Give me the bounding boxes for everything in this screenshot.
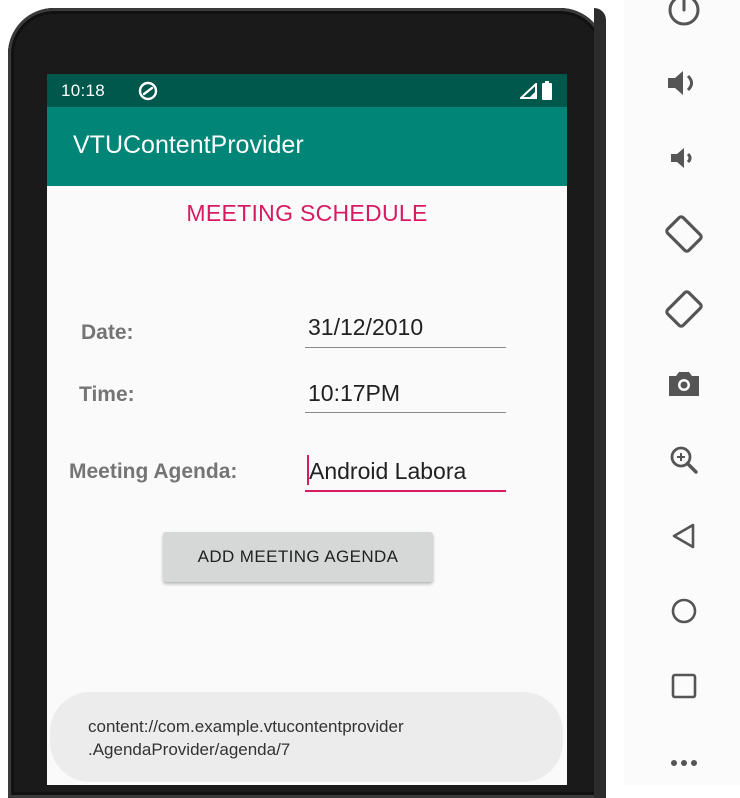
- meeting-agenda-label: Meeting Agenda:: [69, 460, 238, 483]
- rotate-left-button[interactable]: [662, 212, 706, 256]
- home-button[interactable]: [662, 589, 706, 633]
- volume-up-icon: [668, 71, 693, 95]
- more-icon: [671, 760, 697, 766]
- volume-down-icon: [671, 148, 692, 168]
- zoom-button[interactable]: [662, 438, 706, 482]
- camera-icon: [669, 372, 699, 396]
- rotate-left-icon: [665, 215, 703, 253]
- status-time: 10:18: [61, 81, 106, 100]
- zoom-icon: [670, 446, 698, 474]
- time-value[interactable]: 10:17PM: [308, 380, 400, 407]
- more-button[interactable]: [662, 741, 706, 785]
- notification-sync-icon: [137, 80, 159, 107]
- phone-edge: [594, 8, 606, 798]
- app-title: VTUContentProvider: [73, 131, 304, 159]
- screenshot-button[interactable]: [662, 362, 706, 406]
- status-bar: 10:18: [47, 74, 567, 107]
- date-value[interactable]: 31/12/2010: [308, 314, 423, 341]
- overview-icon: [671, 673, 697, 699]
- back-button[interactable]: [662, 514, 706, 558]
- phone-screen: 10:18 VTUContentProvider MEETING SCHEDUL…: [47, 74, 567, 785]
- volume-down-button[interactable]: [662, 136, 706, 180]
- rotate-right-button[interactable]: [662, 287, 706, 331]
- time-label: Time:: [79, 383, 135, 406]
- app-bar: VTUContentProvider: [47, 107, 567, 186]
- time-underline: [305, 412, 506, 413]
- overview-button[interactable]: [662, 664, 706, 708]
- rotate-right-icon: [665, 290, 703, 328]
- back-icon: [672, 523, 695, 549]
- agenda-underline: [305, 490, 506, 492]
- toast-line-2: .AgendaProvider/agenda/7: [88, 740, 291, 759]
- toast-message: content://com.example.vtucontentprovider…: [50, 692, 563, 782]
- emulator-side-panel: [624, 0, 740, 785]
- add-meeting-agenda-button[interactable]: ADD MEETING AGENDA: [163, 532, 433, 582]
- date-underline: [305, 347, 506, 348]
- power-icon: [668, 0, 700, 26]
- meeting-agenda-value[interactable]: Android Labora: [309, 458, 507, 485]
- power-button[interactable]: [662, 0, 706, 32]
- toast-line-1: content://com.example.vtucontentprovider: [88, 717, 404, 736]
- meeting-schedule-heading: MEETING SCHEDULE: [186, 200, 428, 226]
- battery-icon: [542, 81, 552, 105]
- signal-icon: [518, 81, 537, 104]
- date-label: Date:: [81, 321, 134, 344]
- home-icon: [671, 598, 697, 624]
- volume-up-button[interactable]: [662, 61, 706, 105]
